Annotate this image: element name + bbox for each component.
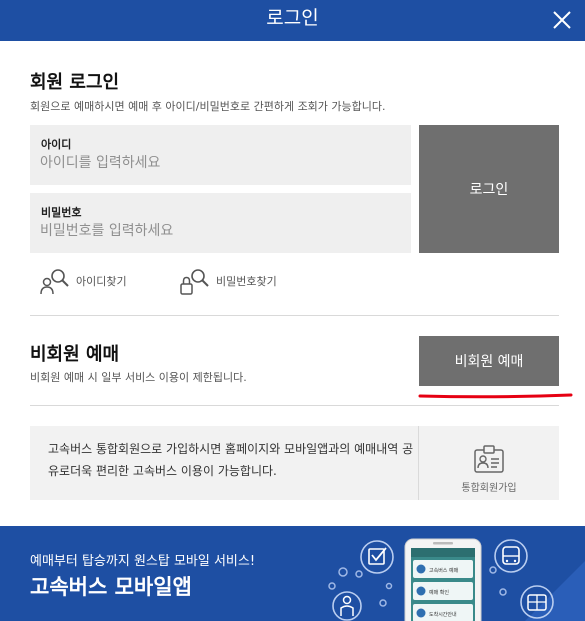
bus-icon xyxy=(494,539,528,573)
find-password-label: 비밀번호찾기 xyxy=(216,275,277,288)
join-promo-box: 고속버스 통합회원으로 가입하시면 홈페이지와 모바일앱과의 예매내역 공유로더… xyxy=(30,426,559,500)
close-icon xyxy=(553,11,571,29)
join-member-button[interactable]: 통합회원가입 xyxy=(419,426,559,500)
join-promo-text: 고속버스 통합회원으로 가입하시면 홈페이지와 모바일앱과의 예매내역 공유로더… xyxy=(48,442,414,478)
id-input[interactable] xyxy=(40,151,400,175)
decor-dot xyxy=(379,599,387,607)
member-login-desc: 회원으로 예매하시면 예매 후 아이디/비밀번호로 간편하게 조회가 가능합니다… xyxy=(30,100,386,113)
banner-title: 고속버스 모바일앱 xyxy=(30,575,192,599)
find-user-icon xyxy=(40,269,69,295)
find-lock-icon xyxy=(180,269,209,295)
decor-dot xyxy=(385,582,393,590)
banner-subtitle: 예매부터 탑승까지 원스탑 모바일 서비스! xyxy=(30,554,256,569)
decor-stripe xyxy=(525,561,585,621)
find-password-link[interactable]: 비밀번호찾기 xyxy=(178,266,277,296)
check-icon xyxy=(360,540,394,574)
modal-title: 로그인 xyxy=(266,7,319,29)
find-id-label: 아이디찾기 xyxy=(76,275,127,288)
phone-menu-item: 도착시간안내 xyxy=(429,611,457,618)
member-login-title: 회원 로그인 xyxy=(30,72,120,93)
section-divider xyxy=(30,315,559,316)
decor-dot xyxy=(489,566,497,574)
banner-illustration: 고속버스 예매 예매 확인 도착시간안내 xyxy=(328,538,585,621)
login-button[interactable]: 로그인 xyxy=(419,125,559,253)
phone-mockup: 고속버스 예매 예매 확인 도착시간안내 xyxy=(404,538,482,621)
join-member-label: 통합회원가입 xyxy=(461,483,517,494)
phone-menu-item: 예매 확인 xyxy=(429,589,449,596)
close-button[interactable] xyxy=(547,5,577,35)
decor-dot xyxy=(355,570,363,578)
guest-booking-button[interactable]: 비회원 예매 xyxy=(419,336,559,386)
mobile-app-banner[interactable]: 예매부터 탑승까지 원스탑 모바일 서비스! 고속버스 모바일앱 고속버스 예매… xyxy=(0,526,585,621)
id-field[interactable]: 아이디 xyxy=(30,125,411,185)
password-input[interactable] xyxy=(40,219,400,243)
guest-booking-title: 비회원 예매 xyxy=(30,344,120,365)
red-underline-mark xyxy=(418,393,573,399)
password-field[interactable]: 비밀번호 xyxy=(30,193,411,253)
id-label: 아이디 xyxy=(41,138,72,151)
person-icon xyxy=(332,591,362,621)
decor-dot xyxy=(328,582,336,590)
phone-menu-item: 고속버스 예매 xyxy=(429,567,459,574)
section-divider-2 xyxy=(30,405,559,406)
find-id-link[interactable]: 아이디찾기 xyxy=(38,266,127,296)
id-card-icon xyxy=(474,445,504,473)
decor-dot xyxy=(338,567,348,577)
guest-booking-desc: 비회원 예매 시 일부 서비스 이용이 제한됩니다. xyxy=(30,371,247,384)
modal-header: 로그인 xyxy=(0,0,585,41)
password-label: 비밀번호 xyxy=(41,206,82,219)
decor-dot xyxy=(499,588,507,596)
